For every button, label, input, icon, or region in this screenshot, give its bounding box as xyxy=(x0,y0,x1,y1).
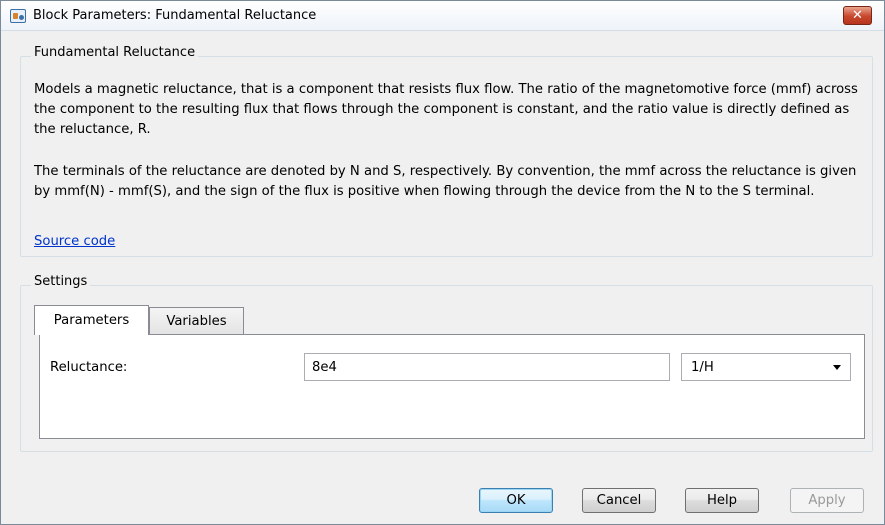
title-bar[interactable]: Block Parameters: Fundamental Reluctance… xyxy=(1,1,884,31)
cancel-button-label: Cancel xyxy=(596,493,642,508)
chevron-down-icon xyxy=(833,365,841,370)
simulink-block-icon xyxy=(10,9,26,23)
description-group-title: Fundamental Reluctance xyxy=(31,45,199,60)
ok-button-label: OK xyxy=(506,493,526,508)
source-code-link[interactable]: Source code xyxy=(34,234,115,249)
apply-button: Apply xyxy=(790,488,864,513)
reluctance-input[interactable]: 8e4 xyxy=(304,353,670,381)
tab-variables[interactable]: Variables xyxy=(149,307,244,335)
help-button[interactable]: Help xyxy=(685,488,759,513)
settings-group-title: Settings xyxy=(31,274,91,289)
description-paragraph-2: The terminals of the reluctance are deno… xyxy=(34,164,857,199)
close-button[interactable]: ✕ xyxy=(843,6,872,25)
reluctance-value: 8e4 xyxy=(312,359,337,375)
tab-parameters-label: Parameters xyxy=(53,313,130,328)
tab-variables-label: Variables xyxy=(166,314,227,329)
close-icon: ✕ xyxy=(852,8,863,23)
tab-parameters[interactable]: Parameters xyxy=(34,305,149,335)
ok-button[interactable]: OK xyxy=(479,488,553,513)
parameters-tab-panel xyxy=(39,334,865,439)
cancel-button[interactable]: Cancel xyxy=(582,488,656,513)
apply-button-label: Apply xyxy=(808,493,846,508)
help-button-label: Help xyxy=(706,493,738,508)
reluctance-label: Reluctance: xyxy=(50,360,128,375)
window-title: Block Parameters: Fundamental Reluctance xyxy=(33,8,317,23)
reluctance-unit-value: 1/H xyxy=(691,359,714,375)
reluctance-unit-dropdown[interactable]: 1/H xyxy=(681,353,851,381)
block-parameters-dialog: Block Parameters: Fundamental Reluctance… xyxy=(0,0,885,525)
description-paragraph-1: Models a magnetic reluctance, that is a … xyxy=(34,82,858,137)
